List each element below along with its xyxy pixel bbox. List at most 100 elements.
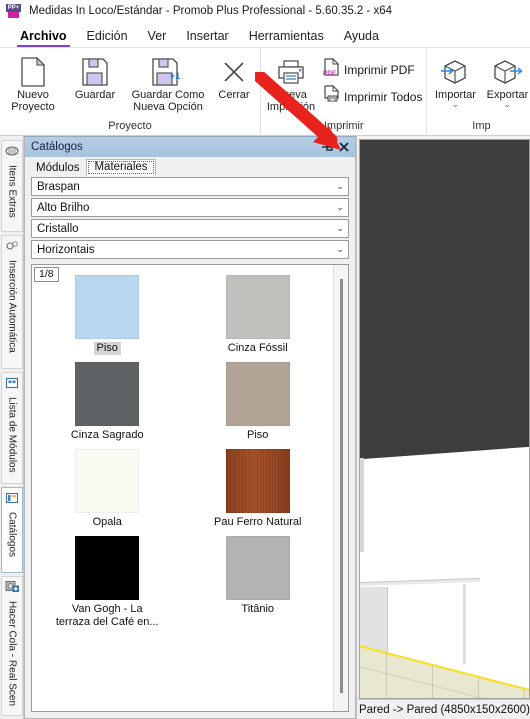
menu-item-herramientas[interactable]: Herramientas <box>239 29 334 47</box>
chevron-down-icon[interactable]: ⌄ <box>504 100 512 109</box>
menu-item-ayuda[interactable]: Ayuda <box>334 29 389 47</box>
ribbon-group-proyecto-body: Nuevo Proyecto Guardar +1 Guardar Como N… <box>2 48 258 120</box>
app-logo-icon: PP+ <box>6 3 21 19</box>
material-scrollbar-thumb[interactable] <box>339 279 343 693</box>
sidebar-item-hacer-cola-real-scen[interactable]: Hacer Cola - Real Scen <box>1 576 23 716</box>
print-all-icon <box>323 84 340 108</box>
catalog-panel-pin-button[interactable] <box>319 139 336 156</box>
material-swatch[interactable] <box>75 275 140 339</box>
material-swatch[interactable] <box>225 536 290 600</box>
menu-item-archivo[interactable]: Archivo <box>10 29 77 47</box>
title-bar: PP+ Medidas In Loco/Estándar - Promob Pl… <box>0 0 530 22</box>
catalog-panel-tabs: Módulos Materiales <box>25 157 355 176</box>
new-project-button[interactable]: Nuevo Proyecto <box>2 52 64 113</box>
save-disk-icon <box>81 55 109 89</box>
material-scrollbar[interactable] <box>332 265 348 711</box>
page-indicator: 1/8 <box>34 267 59 282</box>
ribbon-toolbar: Nuevo Proyecto Guardar +1 Guardar Como N… <box>0 48 530 136</box>
export-cube-icon <box>492 55 523 89</box>
catalog-panel-header: Catálogos <box>25 137 355 157</box>
material-item[interactable]: Van Gogh - La terraza del Café en... <box>32 536 182 629</box>
filter-finish-select[interactable]: Alto Brilho ⌄ <box>31 198 349 217</box>
chevron-down-icon: ⌄ <box>336 244 344 254</box>
material-label: Pau Ferro Natural <box>214 516 302 528</box>
sidebar-item-lista-de-modulos[interactable]: Lista de Módulos <box>1 372 23 484</box>
material-label: Van Gogh - La terraza del Café en... <box>55 603 159 628</box>
material-swatch[interactable] <box>225 362 290 426</box>
tab-materiales[interactable]: Materiales <box>86 159 156 176</box>
close-button[interactable]: Cerrar <box>210 52 258 101</box>
filter-brand-select[interactable]: Braspan ⌄ <box>31 177 349 196</box>
3d-viewport[interactable] <box>358 139 530 699</box>
printer-icon <box>276 55 306 89</box>
viewport-container: Pared -> Pared (4850x150x2600) <box>355 136 530 719</box>
menu-item-ver[interactable]: Ver <box>138 29 177 47</box>
save-as-new-option-label: Guardar Como Nueva Opción <box>131 89 205 113</box>
material-item[interactable]: Cinza Sagrado <box>32 362 182 442</box>
save-label: Guardar <box>74 89 116 101</box>
catalog-panel-title: Catálogos <box>31 141 83 153</box>
filter-line-value: Cristallo <box>37 222 79 235</box>
app-logo-text: PP+ <box>6 3 21 12</box>
material-label: Cinza Fóssil <box>227 342 288 354</box>
catalog-filters: Braspan ⌄ Alto Brilho ⌄ Cristallo ⌄ Hori… <box>25 176 355 261</box>
application-window: PP+ Medidas In Loco/Estándar - Promob Pl… <box>0 0 530 719</box>
auto-insert-icon <box>5 239 19 257</box>
filter-line-select[interactable]: Cristallo ⌄ <box>31 219 349 238</box>
print-pdf-button[interactable]: PDF Imprimir PDF <box>323 57 422 81</box>
sidebar-item-insercion-automatica[interactable]: Inserción Automática <box>1 235 23 369</box>
print-all-label: Imprimir Todos <box>344 89 423 104</box>
material-item[interactable]: Cinza Fóssil <box>182 275 332 355</box>
menu-item-edicion[interactable]: Edición <box>77 29 138 47</box>
extra-items-icon <box>5 144 19 162</box>
material-swatch-panel: 1/8 Piso Cinza Fóssil Cinza Sagrado Piso… <box>31 264 349 712</box>
sidebar-item-label: Hacer Cola - Real Scen <box>6 601 18 707</box>
menu-bar: Archivo Edición Ver Insertar Herramienta… <box>0 22 530 48</box>
save-button[interactable]: Guardar <box>64 52 126 101</box>
app-logo-accent <box>8 11 19 18</box>
import-cube-icon <box>440 55 470 89</box>
viewport-wall-edge <box>359 458 364 552</box>
menu-item-insertar[interactable]: Insertar <box>176 29 238 47</box>
material-swatch[interactable] <box>75 362 140 426</box>
catalogs-icon <box>5 491 19 509</box>
material-swatch[interactable] <box>225 275 290 339</box>
material-item[interactable]: Piso <box>182 362 332 442</box>
ribbon-group-importar-exportar: Importar ⌄ Exportar ⌄ Imp <box>426 48 530 135</box>
svg-text:+1: +1 <box>170 71 180 81</box>
sidebar-item-catalogos[interactable]: Catálogos <box>1 487 23 573</box>
window-title: Medidas In Loco/Estándar - Promob Plus P… <box>29 5 393 17</box>
new-print-button[interactable]: Nueva Impresión <box>263 52 319 113</box>
module-list-icon <box>5 376 19 394</box>
print-all-button[interactable]: Imprimir Todos <box>323 84 423 108</box>
export-button[interactable]: Exportar ⌄ <box>481 52 530 109</box>
material-swatch[interactable] <box>75 449 140 513</box>
material-swatch[interactable] <box>75 536 140 600</box>
status-text: Pared -> Pared (4850x150x2600) <box>358 703 530 716</box>
left-tab-strip: Itens Extras Inserción Automática Lista … <box>0 136 24 719</box>
material-item[interactable]: Piso <box>32 275 182 355</box>
chevron-down-icon: ⌄ <box>336 202 344 212</box>
sidebar-item-label: Itens Extras <box>6 165 18 218</box>
material-label: Piso <box>93 342 121 355</box>
catalog-panel-close-button[interactable] <box>336 139 353 156</box>
tab-modulos[interactable]: Módulos <box>29 161 86 176</box>
close-x-icon <box>221 55 247 89</box>
main-area: Itens Extras Inserción Automática Lista … <box>0 136 530 719</box>
status-bar: Pared -> Pared (4850x150x2600) <box>356 699 530 719</box>
catalog-panel: Catálogos Módulos Materiales Braspan ⌄ A… <box>24 136 356 719</box>
filter-orientation-select[interactable]: Horizontais ⌄ <box>31 240 349 259</box>
chevron-down-icon[interactable]: ⌄ <box>452 100 460 109</box>
new-document-icon <box>20 55 46 89</box>
material-item[interactable]: Opala <box>32 449 182 529</box>
material-item[interactable]: Titânio <box>182 536 332 629</box>
material-item[interactable]: Pau Ferro Natural <box>182 449 332 529</box>
material-swatch[interactable] <box>225 449 290 513</box>
chevron-down-icon: ⌄ <box>336 181 344 191</box>
material-label: Titânio <box>241 603 275 615</box>
sidebar-item-itens-extras[interactable]: Itens Extras <box>1 140 23 232</box>
import-button[interactable]: Importar ⌄ <box>429 52 481 109</box>
material-swatch-scroll: 1/8 Piso Cinza Fóssil Cinza Sagrado Piso… <box>32 265 333 711</box>
print-small-commands: PDF Imprimir PDF Imprimir Todos <box>319 52 424 108</box>
save-as-new-option-button[interactable]: +1 Guardar Como Nueva Opción <box>126 52 210 113</box>
